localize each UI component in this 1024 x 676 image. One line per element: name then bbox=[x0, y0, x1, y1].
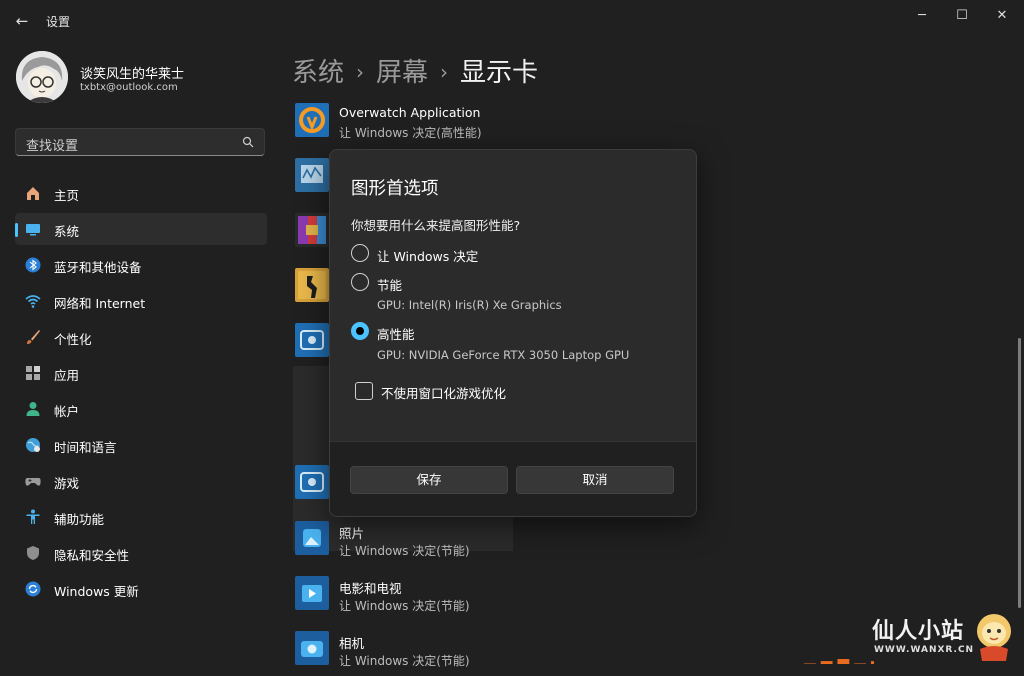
radio-let-windows-decide[interactable] bbox=[351, 244, 369, 262]
minimize-button[interactable]: ─ bbox=[902, 6, 942, 26]
breadcrumb-system[interactable]: 系统 bbox=[292, 58, 344, 88]
close-button[interactable]: ✕ bbox=[982, 6, 1022, 26]
app-preference: 让 Windows 决定(节能) bbox=[339, 599, 470, 613]
graphics-preference-dialog: 图形首选项 你想要用什么来提高图形性能? 让 Windows 决定 节能 GPU… bbox=[329, 149, 697, 517]
breadcrumb-current: 显示卡 bbox=[460, 58, 539, 88]
back-button[interactable]: ← bbox=[12, 11, 32, 31]
sidebar-item-personalization[interactable]: 个性化 bbox=[15, 321, 267, 353]
breadcrumb-display[interactable]: 屏幕 bbox=[376, 58, 428, 88]
breadcrumb: 系统 › 屏幕 › 显示卡 bbox=[292, 52, 538, 89]
sidebar-item-apps[interactable]: 应用 bbox=[15, 357, 267, 389]
breadcrumb-separator: › bbox=[356, 60, 365, 84]
watermark-text: 仙人小站 bbox=[872, 619, 965, 644]
sidebar-item-accounts[interactable]: 帐户 bbox=[15, 393, 267, 425]
search-input[interactable]: 查找设置 bbox=[15, 128, 265, 156]
user-profile[interactable]: 谈笑风生的华莱士 txbtx@outlook.com bbox=[16, 51, 266, 103]
app-icon bbox=[295, 465, 329, 499]
app-preference: 让 Windows 决定(节能) bbox=[339, 654, 470, 668]
partial-overlay-text: ▁ ▂ ▃ ▁ ▂ bbox=[804, 648, 874, 664]
cancel-button[interactable]: 取消 bbox=[516, 466, 674, 494]
app-title: 设置 bbox=[46, 15, 71, 29]
list-item[interactable]: Overwatch Application 让 Windows 决定(高性能) bbox=[293, 100, 990, 148]
camera-icon bbox=[295, 631, 329, 665]
user-email: txbtx@outlook.com bbox=[80, 82, 178, 93]
accessibility-icon bbox=[26, 509, 40, 524]
app-preference: 让 Windows 决定(高性能) bbox=[339, 126, 482, 140]
overwatch-icon bbox=[295, 103, 329, 137]
gamepad-icon bbox=[25, 478, 41, 486]
brush-icon bbox=[27, 330, 40, 344]
update-icon bbox=[25, 581, 41, 597]
list-item[interactable]: 照片 让 Windows 决定(节能) bbox=[293, 518, 990, 566]
sidebar-item-accessibility[interactable]: 辅助功能 bbox=[15, 501, 267, 533]
sidebar-item-bluetooth[interactable]: 蓝牙和其他设备 bbox=[15, 249, 267, 281]
app-name: Overwatch Application bbox=[339, 105, 481, 120]
app-name: 相机 bbox=[339, 636, 365, 651]
sidebar-item-label: Windows 更新 bbox=[54, 584, 139, 599]
user-name: 谈笑风生的华莱士 bbox=[80, 67, 185, 82]
sidebar-item-label: 蓝牙和其他设备 bbox=[54, 260, 142, 275]
shield-icon bbox=[27, 546, 39, 560]
sidebar-item-label: 应用 bbox=[54, 368, 80, 383]
dialog-footer: 保存 取消 bbox=[330, 441, 696, 516]
app-name: 照片 bbox=[339, 526, 365, 541]
sidebar-item-gaming[interactable]: 游戏 bbox=[15, 465, 267, 497]
sidebar-item-network[interactable]: 网络和 Internet bbox=[15, 285, 267, 317]
app-name: 电影和电视 bbox=[339, 581, 402, 596]
power-saving-gpu: GPU: Intel(R) Iris(R) Xe Graphics bbox=[377, 298, 562, 312]
radio-power-saving[interactable] bbox=[351, 273, 369, 291]
sidebar-item-label: 主页 bbox=[54, 188, 80, 203]
breadcrumb-separator: › bbox=[440, 60, 449, 84]
watermark-url: WWW.WANXR.CN bbox=[874, 645, 975, 655]
csgo-icon bbox=[295, 268, 329, 302]
winrar-icon bbox=[295, 213, 329, 247]
sidebar-item-windows-update[interactable]: Windows 更新 bbox=[15, 573, 267, 605]
wifi-icon bbox=[25, 295, 41, 308]
globe-icon bbox=[26, 438, 40, 452]
sidebar-item-system[interactable]: 系统 bbox=[15, 213, 267, 245]
sidebar-item-time-language[interactable]: 时间和语言 bbox=[15, 429, 267, 461]
apps-icon bbox=[26, 366, 40, 380]
dialog-question: 你想要用什么来提高图形性能? bbox=[351, 218, 521, 233]
radio-high-performance[interactable] bbox=[351, 322, 369, 340]
sidebar-item-label: 网络和 Internet bbox=[54, 296, 146, 311]
sidebar-item-label: 系统 bbox=[54, 224, 80, 239]
movies-icon bbox=[295, 576, 329, 610]
radio-label-high-performance[interactable]: 高性能 bbox=[377, 324, 415, 343]
checkbox-label[interactable]: 不使用窗口化游戏优化 bbox=[381, 383, 506, 402]
search-placeholder: 查找设置 bbox=[26, 139, 79, 154]
sidebar-item-label: 游戏 bbox=[54, 476, 80, 491]
bluetooth-icon bbox=[25, 257, 41, 273]
windowed-optimization-checkbox[interactable] bbox=[355, 382, 373, 400]
sidebar-item-label: 辅助功能 bbox=[54, 512, 105, 527]
sidebar-item-label: 时间和语言 bbox=[54, 440, 117, 455]
search-icon bbox=[242, 136, 254, 148]
app-icon bbox=[295, 323, 329, 357]
high-performance-gpu: GPU: NVIDIA GeForce RTX 3050 Laptop GPU bbox=[377, 348, 630, 362]
sidebar-item-privacy[interactable]: 隐私和安全性 bbox=[15, 537, 267, 569]
mascot-icon bbox=[977, 614, 1011, 661]
account-icon bbox=[26, 402, 40, 416]
dialog-title: 图形首选项 bbox=[351, 179, 439, 199]
app-preference: 让 Windows 决定(节能) bbox=[339, 544, 470, 558]
scrollbar[interactable] bbox=[1018, 338, 1021, 608]
sidebar-item-home[interactable]: 主页 bbox=[15, 177, 267, 209]
photos-icon bbox=[295, 521, 329, 555]
maximize-button[interactable]: ☐ bbox=[942, 6, 982, 26]
sidebar-nav: 主页 系统 蓝牙和其他设备 网络和 Internet 个性化 应用 帐户 时间和… bbox=[15, 177, 267, 609]
monitor-app-icon bbox=[295, 158, 329, 192]
title-bar: ← 设置 ─ ☐ ✕ bbox=[0, 0, 1024, 40]
sidebar-item-label: 帐户 bbox=[54, 404, 80, 419]
system-icon bbox=[26, 224, 40, 236]
home-icon bbox=[27, 187, 39, 200]
sidebar-item-label: 个性化 bbox=[54, 332, 92, 347]
radio-label-let-windows-decide[interactable]: 让 Windows 决定 bbox=[377, 246, 478, 265]
radio-label-power-saving[interactable]: 节能 bbox=[377, 275, 402, 294]
save-button[interactable]: 保存 bbox=[350, 466, 508, 494]
sidebar-item-label: 隐私和安全性 bbox=[54, 548, 130, 563]
watermark: 仙人小站 WWW.WANXR.CN bbox=[868, 605, 1018, 664]
avatar bbox=[16, 51, 68, 103]
